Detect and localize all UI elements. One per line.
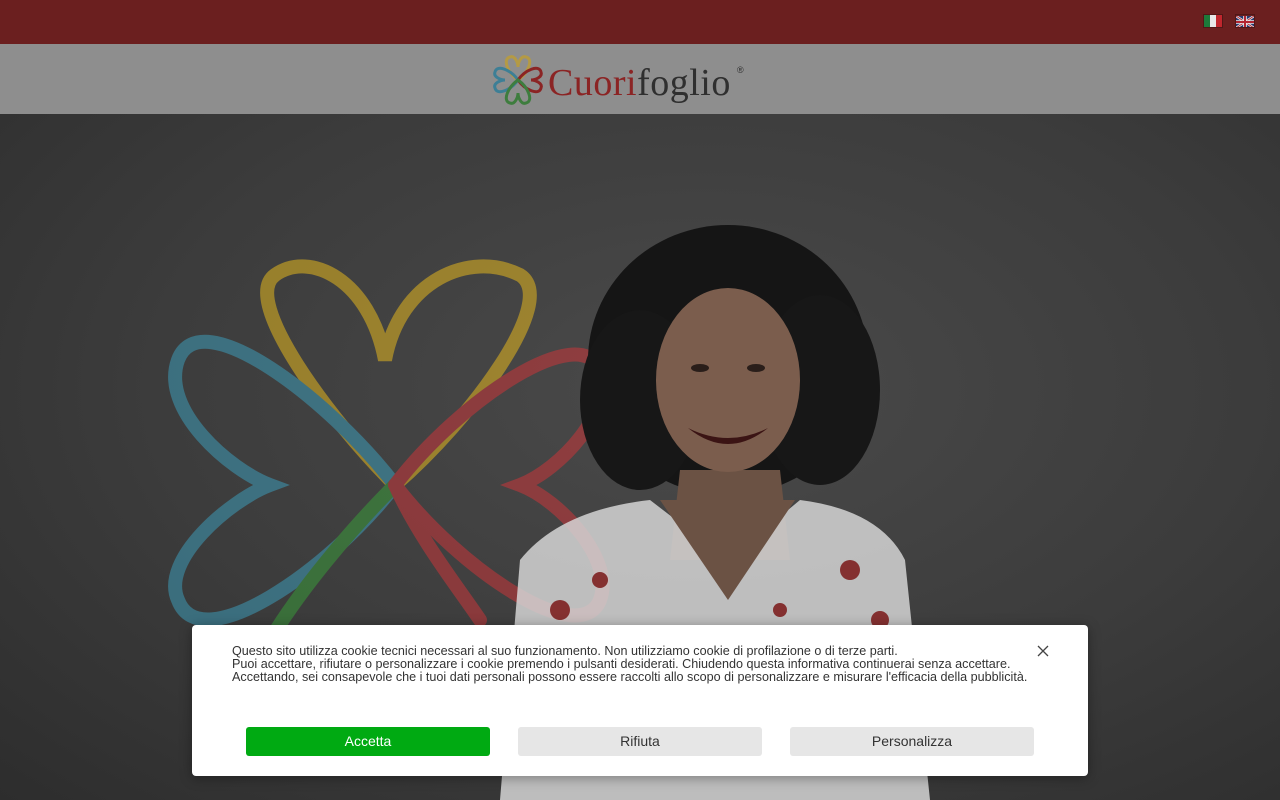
- registered-mark: ®: [737, 65, 744, 75]
- close-icon[interactable]: [1035, 643, 1051, 659]
- logo-wordmark: Cuorifoglio: [548, 63, 731, 103]
- top-bar: [0, 0, 1280, 44]
- logo-text-cuori: Cuori: [548, 62, 638, 104]
- cookie-consent-text: Questo sito utilizza cookie tecnici nece…: [232, 645, 1042, 684]
- reject-button[interactable]: Rifiuta: [518, 727, 762, 756]
- site-header: Cuorifoglio ®: [0, 44, 1280, 115]
- accept-button[interactable]: Accetta: [246, 727, 490, 756]
- cookie-consent-banner: Questo sito utilizza cookie tecnici nece…: [192, 625, 1088, 776]
- cookie-text-line-3: Accettando, sei consapevole che i tuoi d…: [232, 670, 1028, 684]
- flag-italy-icon[interactable]: [1204, 15, 1222, 27]
- logo-text-foglio: foglio: [637, 62, 731, 104]
- customize-button[interactable]: Personalizza: [790, 727, 1034, 756]
- flag-uk-icon[interactable]: [1236, 15, 1254, 27]
- clover-logo-icon: [493, 55, 543, 105]
- site-logo[interactable]: Cuorifoglio ®: [492, 53, 752, 107]
